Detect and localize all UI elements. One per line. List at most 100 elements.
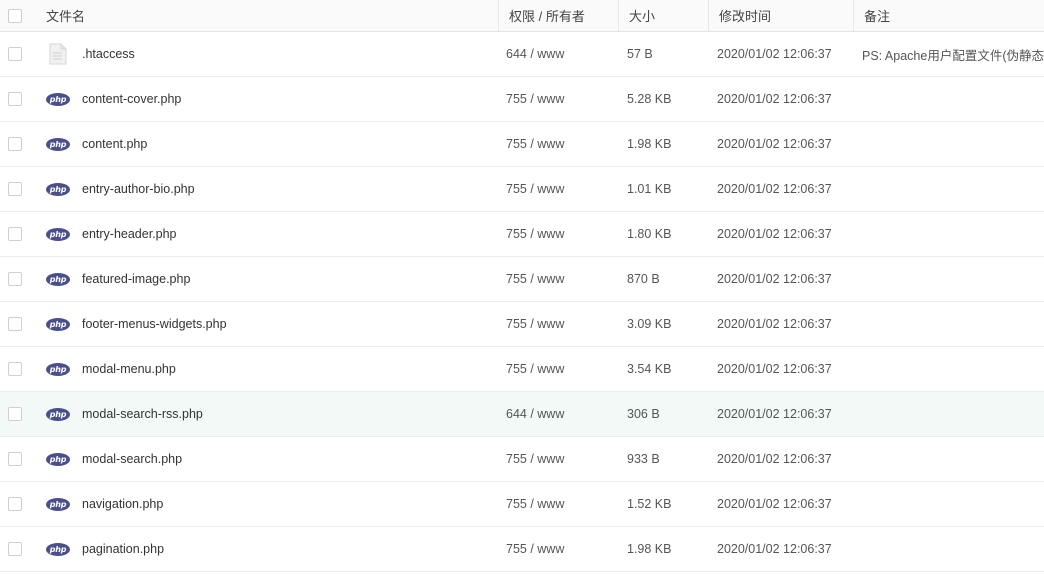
file-name-cell[interactable]: php modal-search.php (46, 437, 496, 481)
row-checkbox[interactable] (8, 182, 22, 196)
file-note[interactable] (862, 167, 1044, 211)
file-name-cell[interactable]: php entry-header.php (46, 212, 496, 256)
file-row[interactable]: php navigation.php 755 / www 1.52 KB 202… (0, 482, 1044, 527)
file-name-cell[interactable]: .htaccess (46, 32, 496, 76)
file-note[interactable] (862, 122, 1044, 166)
file-name[interactable]: modal-search.php (82, 452, 182, 466)
file-note[interactable] (862, 482, 1044, 526)
php-file-icon: php (46, 497, 70, 511)
column-header-permission[interactable]: 权限 / 所有者 (509, 0, 619, 31)
column-divider[interactable] (853, 0, 854, 31)
file-row[interactable]: php content.php 755 / www 1.98 KB 2020/0… (0, 122, 1044, 167)
file-name-cell[interactable]: php modal-menu.php (46, 347, 496, 391)
file-note[interactable] (862, 527, 1044, 571)
file-name-cell[interactable]: php navigation.php (46, 482, 496, 526)
column-header-note[interactable]: 备注 (864, 0, 1044, 31)
file-size: 1.98 KB (627, 122, 709, 166)
file-row[interactable]: php pagination.php 755 / www 1.98 KB 202… (0, 527, 1044, 572)
file-permission-label: 755 / www (506, 92, 565, 106)
column-header-size[interactable]: 大小 (629, 0, 711, 31)
file-permission[interactable]: 644 / www (506, 32, 616, 76)
file-permission[interactable]: 755 / www (506, 437, 616, 481)
row-checkbox-cell (8, 527, 24, 571)
column-divider[interactable] (498, 0, 499, 31)
file-name[interactable]: modal-menu.php (82, 362, 176, 376)
file-name[interactable]: footer-menus-widgets.php (82, 317, 227, 331)
file-name[interactable]: content.php (82, 137, 147, 151)
text-file-icon (46, 42, 70, 66)
column-header-modified[interactable]: 修改时间 (719, 0, 854, 31)
file-name[interactable]: pagination.php (82, 542, 164, 556)
file-note[interactable]: PS: Apache用户配置文件(伪静态) (862, 32, 1044, 76)
file-note[interactable] (862, 392, 1044, 436)
file-permission[interactable]: 755 / www (506, 257, 616, 301)
row-checkbox[interactable] (8, 272, 22, 286)
file-note-label: PS: Apache用户配置文件(伪静态) (862, 48, 1044, 63)
php-file-icon: php (46, 272, 70, 286)
file-name[interactable]: featured-image.php (82, 272, 190, 286)
file-row[interactable]: php footer-menus-widgets.php 755 / www 3… (0, 302, 1044, 347)
file-row[interactable]: .htaccess 644 / www 57 B 2020/01/02 12:0… (0, 32, 1044, 77)
file-row[interactable]: php modal-search-rss.php 644 / www 306 B… (0, 392, 1044, 437)
file-name-cell[interactable]: php pagination.php (46, 527, 496, 571)
column-header-note-label: 备注 (864, 9, 891, 24)
file-permission[interactable]: 755 / www (506, 482, 616, 526)
row-checkbox[interactable] (8, 47, 22, 61)
file-note[interactable] (862, 77, 1044, 121)
file-name[interactable]: modal-search-rss.php (82, 407, 203, 421)
row-checkbox[interactable] (8, 407, 22, 421)
row-checkbox[interactable] (8, 92, 22, 106)
file-permission[interactable]: 755 / www (506, 302, 616, 346)
file-name[interactable]: navigation.php (82, 497, 163, 511)
file-size: 1.98 KB (627, 527, 709, 571)
file-row[interactable]: php content-cover.php 755 / www 5.28 KB … (0, 77, 1044, 122)
file-note[interactable] (862, 302, 1044, 346)
file-permission[interactable]: 755 / www (506, 527, 616, 571)
row-checkbox[interactable] (8, 452, 22, 466)
file-modified: 2020/01/02 12:06:37 (717, 77, 852, 121)
file-row[interactable]: php entry-author-bio.php 755 / www 1.01 … (0, 167, 1044, 212)
file-note[interactable] (862, 212, 1044, 256)
file-row[interactable]: php entry-header.php 755 / www 1.80 KB 2… (0, 212, 1044, 257)
file-note[interactable] (862, 437, 1044, 481)
file-note[interactable] (862, 347, 1044, 391)
row-checkbox[interactable] (8, 227, 22, 241)
file-name-cell[interactable]: php modal-search-rss.php (46, 392, 496, 436)
file-name-cell[interactable]: php content.php (46, 122, 496, 166)
file-name[interactable]: .htaccess (82, 47, 135, 61)
file-name[interactable]: entry-author-bio.php (82, 182, 195, 196)
php-file-icon: php (46, 227, 70, 241)
row-checkbox[interactable] (8, 362, 22, 376)
file-size-label: 1.80 KB (627, 227, 672, 241)
file-name-cell[interactable]: php footer-menus-widgets.php (46, 302, 496, 346)
file-name-cell[interactable]: php entry-author-bio.php (46, 167, 496, 211)
select-all-checkbox[interactable] (8, 8, 22, 23)
file-row[interactable]: php featured-image.php 755 / www 870 B 2… (0, 257, 1044, 302)
column-divider[interactable] (618, 0, 619, 31)
file-name-cell[interactable]: php content-cover.php (46, 77, 496, 121)
file-size: 1.01 KB (627, 167, 709, 211)
file-permission[interactable]: 755 / www (506, 347, 616, 391)
file-permission[interactable]: 755 / www (506, 77, 616, 121)
file-permission[interactable]: 644 / www (506, 392, 616, 436)
file-permission[interactable]: 755 / www (506, 122, 616, 166)
file-row[interactable]: php modal-menu.php 755 / www 3.54 KB 202… (0, 347, 1044, 392)
file-permission[interactable]: 755 / www (506, 212, 616, 256)
row-checkbox[interactable] (8, 497, 22, 511)
column-divider[interactable] (708, 0, 709, 31)
file-permission[interactable]: 755 / www (506, 167, 616, 211)
file-name[interactable]: entry-header.php (82, 227, 177, 241)
row-checkbox[interactable] (8, 137, 22, 151)
file-name[interactable]: content-cover.php (82, 92, 181, 106)
file-row[interactable]: php modal-search.php 755 / www 933 B 202… (0, 437, 1044, 482)
column-header-name[interactable]: 文件名 (46, 0, 496, 31)
file-size-label: 870 B (627, 272, 660, 286)
file-permission-label: 755 / www (506, 452, 565, 466)
file-modified-label: 2020/01/02 12:06:37 (717, 182, 832, 196)
row-checkbox[interactable] (8, 317, 22, 331)
file-note[interactable] (862, 257, 1044, 301)
row-checkbox-cell (8, 122, 24, 166)
row-checkbox[interactable] (8, 542, 22, 556)
file-name-cell[interactable]: php featured-image.php (46, 257, 496, 301)
row-checkbox-cell (8, 347, 24, 391)
